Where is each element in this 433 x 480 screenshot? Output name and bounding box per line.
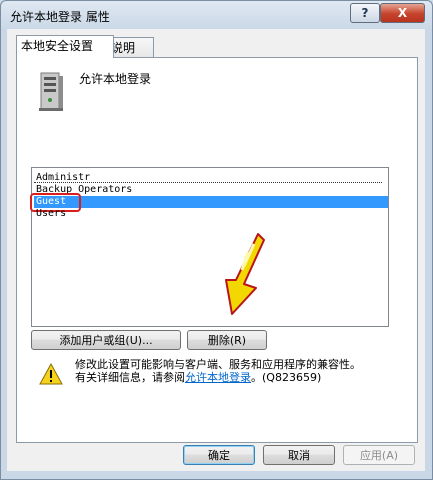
apply-label: 应用(A) xyxy=(359,449,399,462)
tab-panel: 允许本地登录 Administr Backup Operators Guest … xyxy=(16,57,418,443)
server-icon xyxy=(39,72,63,111)
policy-name: 允许本地登录 xyxy=(79,72,152,86)
cancel-button[interactable]: 取消 xyxy=(263,445,335,465)
close-button[interactable]: X xyxy=(380,3,425,23)
remove-button[interactable]: 删除(R) xyxy=(187,330,267,350)
warning-line-1: 修改此设置可能影响与客户端、服务和应用程序的兼容性。 xyxy=(75,358,361,371)
remove-label: 删除(R) xyxy=(207,334,247,347)
ok-label: 确定 xyxy=(208,449,230,462)
add-user-or-group-button[interactable]: 添加用户或组(U)... xyxy=(31,330,181,350)
dialog-client-area: 本地安全设置 说明 允许本地登录 Administr Backup Operat… xyxy=(7,29,425,471)
warning-icon xyxy=(39,363,63,385)
list-item-separator xyxy=(34,182,382,183)
properties-dialog: 允许本地登录 属性 ? X 本地安全设置 说明 允许本地登录 Administr xyxy=(0,0,433,480)
title-bar[interactable]: 允许本地登录 属性 ? X xyxy=(1,1,432,31)
warning-suffix: 。(Q823659) xyxy=(251,371,322,384)
policy-help-link[interactable]: 允许本地登录 xyxy=(185,371,251,384)
ok-button[interactable]: 确定 xyxy=(183,445,255,465)
yellow-arrow-icon xyxy=(225,233,265,315)
add-user-label: 添加用户或组(U)... xyxy=(59,334,153,347)
list-item[interactable]: Backup Operators xyxy=(34,184,388,196)
user-list[interactable]: Administr Backup Operators Guest Users xyxy=(30,167,389,327)
list-item[interactable]: Users xyxy=(34,208,388,220)
list-item-label: Guest xyxy=(36,196,67,207)
window-title: 允许本地登录 属性 xyxy=(10,10,110,24)
help-button[interactable]: ? xyxy=(350,3,380,23)
list-item-selected[interactable]: Guest xyxy=(30,193,388,212)
tab-local-security-setting[interactable]: 本地安全设置 xyxy=(16,35,114,58)
apply-button[interactable]: 应用(A) xyxy=(343,445,415,465)
help-icon: ? xyxy=(361,6,369,20)
warning-prefix: 有关详细信息，请参阅 xyxy=(75,371,185,384)
warning-line-2: 有关详细信息，请参阅允许本地登录。(Q823659) xyxy=(75,371,361,384)
compatibility-warning: 修改此设置可能影响与客户端、服务和应用程序的兼容性。 有关详细信息，请参阅允许本… xyxy=(75,358,361,384)
cancel-label: 取消 xyxy=(288,449,310,462)
close-icon: X xyxy=(397,6,408,20)
